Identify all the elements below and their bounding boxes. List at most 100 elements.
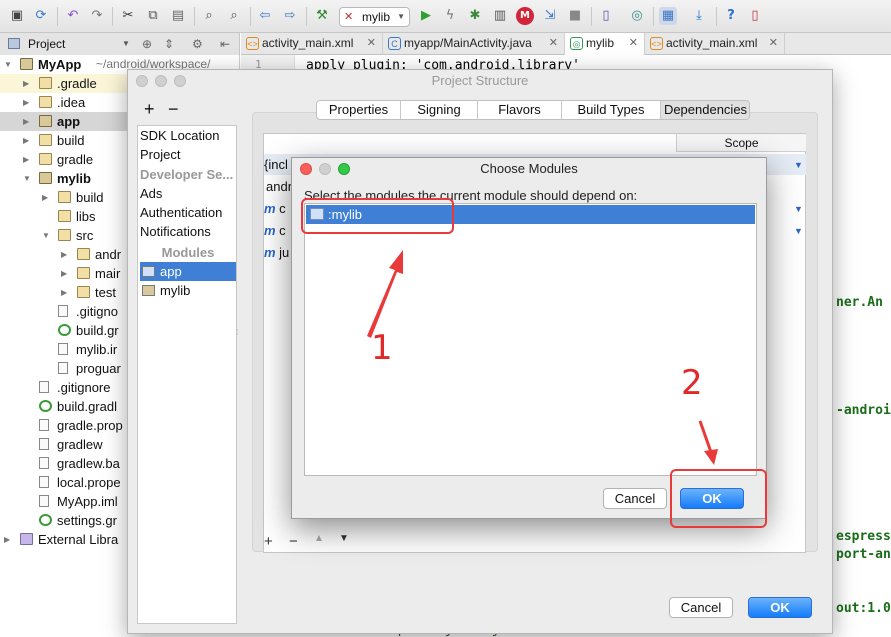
- flash-icon[interactable]: ϟ: [441, 7, 459, 25]
- settings-item[interactable]: mylib: [140, 281, 236, 300]
- add-dependency-button[interactable]: +: [264, 533, 273, 550]
- collapse-all-icon[interactable]: ⇕: [164, 33, 174, 55]
- debug-icon[interactable]: ✱: [466, 7, 484, 25]
- minimize-button[interactable]: [155, 75, 167, 87]
- forward-icon[interactable]: ⇨: [281, 7, 299, 25]
- close-button[interactable]: [300, 163, 312, 175]
- add-button[interactable]: +: [144, 99, 155, 120]
- settings-item[interactable]: Project: [140, 145, 236, 164]
- remove-button[interactable]: −: [168, 99, 179, 120]
- table-row[interactable]: m ju: [264, 242, 289, 263]
- help-icon[interactable]: ?: [722, 7, 740, 25]
- tree-item-label: settings.gr: [57, 513, 117, 528]
- remove-dependency-button[interactable]: −: [289, 533, 298, 550]
- settings-item[interactable]: Authentication: [140, 203, 236, 222]
- settings-item[interactable]: Notifications: [140, 222, 236, 241]
- tab-editor[interactable]: ◎ mylib ✕: [565, 33, 645, 55]
- tree-item-label: mylib.ir: [76, 342, 118, 357]
- settings-item[interactable]: SDK Location: [140, 126, 236, 145]
- run-config-dropdown[interactable]: ✕ mylib ▼: [339, 7, 410, 27]
- move-down-button[interactable]: ▼: [339, 533, 349, 544]
- chevron-right-icon[interactable]: ▶: [42, 188, 52, 207]
- table-row[interactable]: m c: [264, 198, 286, 219]
- tab-editor[interactable]: <> activity_main.xml ✕: [241, 33, 383, 55]
- project-panel-header: Project ▼ ⊕ ⇕ ⚙ ⇤: [0, 33, 240, 55]
- layout-icon[interactable]: ▦: [659, 7, 677, 25]
- run-icon[interactable]: ▶: [417, 7, 435, 25]
- replace-icon[interactable]: ⌕: [225, 7, 243, 25]
- move-up-button[interactable]: ▲: [314, 533, 324, 544]
- tab-properties[interactable]: Properties: [317, 101, 401, 119]
- chevron-down-icon[interactable]: ▼: [794, 204, 803, 214]
- chevron-right-icon[interactable]: ▶: [4, 530, 14, 549]
- sync-icon[interactable]: ⟳: [32, 7, 50, 25]
- cancel-button[interactable]: Cancel: [669, 597, 733, 618]
- close-icon[interactable]: ✕: [549, 33, 558, 54]
- attach-icon[interactable]: ⇲: [541, 7, 559, 25]
- table-row[interactable]: andr: [266, 176, 292, 197]
- undo-icon[interactable]: ↶: [64, 7, 82, 25]
- save-icon[interactable]: ▣: [8, 7, 26, 25]
- ok-button[interactable]: OK: [748, 597, 812, 618]
- module-icon: [142, 285, 155, 296]
- scroll-from-source-icon[interactable]: ⊕: [142, 33, 152, 55]
- tab-editor[interactable]: Cmyapp/MainActivity.java ✕: [383, 33, 565, 55]
- chevron-right-icon[interactable]: ▶: [61, 283, 71, 302]
- sdk-download-icon[interactable]: ⤓: [690, 7, 708, 25]
- close-button[interactable]: [136, 75, 148, 87]
- redo-icon[interactable]: ↷: [88, 7, 106, 25]
- chevron-down-icon[interactable]: ▼: [42, 226, 52, 245]
- splitter-handle[interactable]: ⁞: [236, 328, 242, 342]
- chevron-right-icon[interactable]: ▶: [23, 112, 33, 131]
- tab-dependencies[interactable]: Dependencies: [661, 101, 749, 119]
- tab-editor[interactable]: <> activity_main.xml ✕: [645, 33, 785, 55]
- chevron-down-icon[interactable]: ▼: [4, 55, 14, 74]
- dependency-label: c: [279, 223, 286, 238]
- tree-item-label: src: [76, 228, 94, 243]
- module-icon: [39, 115, 52, 127]
- project-view-label[interactable]: Project: [28, 33, 65, 55]
- settings-item[interactable]: Ads: [140, 184, 236, 203]
- chevron-down-icon[interactable]: ▼: [122, 33, 130, 55]
- tab-label: mylib: [586, 36, 615, 50]
- chevron-down-icon[interactable]: ▼: [794, 226, 803, 236]
- chevron-right-icon[interactable]: ▶: [61, 245, 71, 264]
- copy-icon[interactable]: ⧉: [144, 7, 162, 25]
- find-icon[interactable]: ⌕: [200, 7, 218, 25]
- sync-gradle-icon[interactable]: ◎: [628, 7, 646, 25]
- stop-icon[interactable]: ■: [566, 7, 584, 25]
- close-icon[interactable]: ✕: [769, 33, 778, 54]
- chevron-right-icon[interactable]: ▶: [23, 93, 33, 112]
- chevron-down-icon[interactable]: ▼: [23, 169, 33, 188]
- cut-icon[interactable]: ✂: [119, 7, 137, 25]
- chevron-right-icon[interactable]: ▶: [61, 264, 71, 283]
- chevron-right-icon[interactable]: ▶: [23, 74, 33, 93]
- step-2-label: 2: [681, 363, 703, 403]
- cancel-button[interactable]: Cancel: [603, 488, 667, 509]
- paste-icon[interactable]: ▤: [169, 7, 187, 25]
- tab-flavors[interactable]: Flavors: [478, 101, 562, 119]
- tab-build-types[interactable]: Build Types: [562, 101, 661, 119]
- table-row[interactable]: m c: [264, 220, 286, 241]
- hide-panel-icon[interactable]: ⇤: [220, 33, 230, 55]
- tab-signing[interactable]: Signing: [401, 101, 478, 119]
- settings-item[interactable]: app: [140, 262, 236, 281]
- avd-icon[interactable]: ▯: [597, 7, 615, 25]
- folder-icon: [77, 248, 90, 260]
- minimize-button[interactable]: [319, 163, 331, 175]
- stop-record-icon[interactable]: M: [516, 7, 534, 25]
- gear-icon[interactable]: ⚙: [192, 33, 203, 55]
- close-icon[interactable]: ✕: [629, 33, 638, 54]
- chevron-right-icon[interactable]: ▶: [23, 131, 33, 150]
- build-icon[interactable]: ⚒: [313, 7, 331, 25]
- back-icon[interactable]: ⇦: [256, 7, 274, 25]
- tree-item-label: mair: [95, 266, 121, 281]
- close-icon[interactable]: ✕: [367, 33, 376, 54]
- chevron-right-icon[interactable]: ▶: [23, 150, 33, 169]
- profile-icon[interactable]: ▥: [491, 7, 509, 25]
- folder-icon: [58, 210, 71, 222]
- chevron-down-icon[interactable]: ▼: [794, 160, 803, 170]
- zoom-button[interactable]: [174, 75, 186, 87]
- zoom-button[interactable]: [338, 163, 350, 175]
- android-monitor-icon[interactable]: ▯: [746, 7, 764, 25]
